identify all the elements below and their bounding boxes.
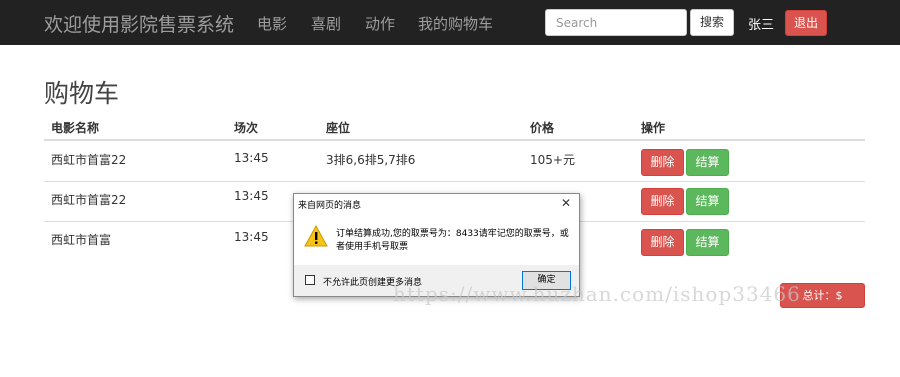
page-title: 购物车 xyxy=(44,79,120,108)
close-icon[interactable]: ✕ xyxy=(561,196,571,210)
movie-name-cell: 西虹市首富22 xyxy=(51,153,127,167)
dialog-message: 订单结算成功,您的取票号为：8433请牢记您的取票号，或者使用手机号取票 xyxy=(336,229,569,252)
column-header-session: 场次 xyxy=(234,121,259,135)
username-link[interactable]: 张三 xyxy=(748,14,774,33)
nav-link-comedy[interactable]: 喜剧 xyxy=(311,13,341,34)
dialog-title: 来自网页的消息 xyxy=(298,201,362,211)
column-header-movie: 电影名称 xyxy=(51,121,100,135)
search-button[interactable]: 搜索 xyxy=(690,9,734,36)
dialog-titlebar: 来自网页的消息 ✕ xyxy=(294,194,579,215)
session-time-cell: 13:45 xyxy=(234,189,269,203)
checkout-button[interactable]: 结算 xyxy=(686,229,729,256)
navbar: 欢迎使用影院售票系统 电影 喜剧 动作 我的购物车 搜索 张三 退出 xyxy=(0,0,900,45)
warning-icon xyxy=(304,225,328,247)
row-divider xyxy=(44,181,865,182)
nav-link-action[interactable]: 动作 xyxy=(365,13,395,34)
logout-button[interactable]: 退出 xyxy=(785,10,827,36)
delete-button[interactable]: 删除 xyxy=(641,149,684,176)
session-time-cell: 13:45 xyxy=(234,230,269,244)
checkout-button[interactable]: 结算 xyxy=(686,149,729,176)
price-cell: 105+元 xyxy=(530,153,575,167)
checkout-button[interactable]: 结算 xyxy=(686,188,729,215)
brand-title[interactable]: 欢迎使用影院售票系统 xyxy=(44,10,234,37)
movie-name-cell: 西虹市首富 xyxy=(51,233,112,247)
dialog-body: 订单结算成功,您的取票号为：8433请牢记您的取票号，或者使用手机号取票 xyxy=(294,215,579,265)
column-header-actions: 操作 xyxy=(641,121,666,135)
table-header-divider xyxy=(44,139,865,141)
delete-button[interactable]: 删除 xyxy=(641,229,684,256)
nav-link-cart[interactable]: 我的购物车 xyxy=(418,13,493,34)
movie-name-cell: 西虹市首富22 xyxy=(51,193,127,207)
session-time-cell: 13:45 xyxy=(234,151,269,165)
column-header-seats: 座位 xyxy=(326,121,351,135)
nav-link-movies[interactable]: 电影 xyxy=(257,13,287,34)
column-header-price: 价格 xyxy=(530,121,555,135)
suppress-messages-checkbox[interactable] xyxy=(305,275,315,285)
search-input[interactable] xyxy=(545,9,687,36)
watermark: https://www.huzhan.com/ishop33466 xyxy=(393,282,801,306)
delete-button[interactable]: 删除 xyxy=(641,188,684,215)
seats-cell: 3排6,6排5,7排6 xyxy=(326,153,416,167)
